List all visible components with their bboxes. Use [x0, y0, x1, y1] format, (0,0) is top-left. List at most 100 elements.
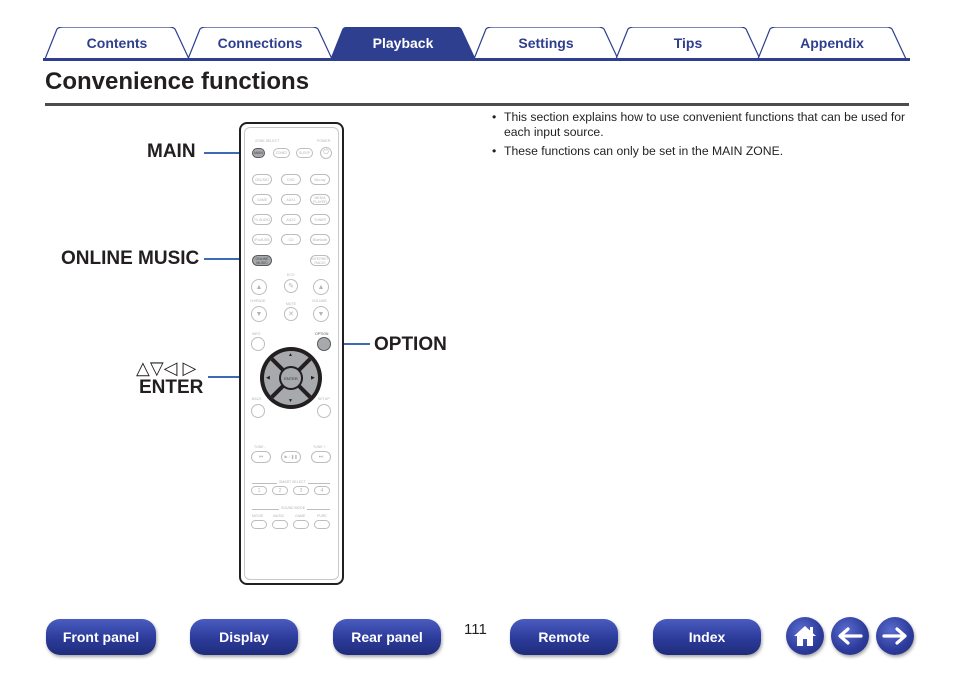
game-button[interactable]: [293, 520, 309, 529]
intro-bullets: This section explains how to use conveni…: [490, 110, 910, 163]
home-button[interactable]: [786, 617, 824, 655]
pure-label: PURE: [317, 514, 327, 518]
mute-button[interactable]: ✕: [284, 307, 298, 321]
volume-down-button[interactable]: ▼: [313, 306, 329, 322]
tab-tips[interactable]: Tips: [614, 27, 762, 59]
tab-label: Playback: [372, 35, 434, 51]
input-bluray-button[interactable]: Blu-ray: [310, 174, 330, 185]
tune-minus-label: TUNE -: [254, 445, 266, 449]
setup-label: SETUP: [318, 397, 330, 401]
up-triangle-icon: ▲: [255, 283, 263, 291]
tab-connections[interactable]: Connections: [186, 27, 334, 59]
down-arrow-icon[interactable]: ▼: [288, 398, 293, 404]
info-button[interactable]: [251, 337, 265, 351]
smart-select-3-button[interactable]: 3: [293, 486, 309, 495]
next-button[interactable]: ⏭: [311, 451, 331, 463]
internet-radio-button[interactable]: INTERNET RADIO: [310, 255, 330, 266]
online-music-button[interactable]: ONLINE MUSIC: [252, 255, 272, 266]
bullet-item: These functions can only be set in the M…: [490, 144, 910, 159]
play-pause-button[interactable]: ▶ / ❚❚: [281, 451, 301, 463]
input-tuner-button[interactable]: TUNER: [310, 214, 330, 225]
callout-enter: ENTER: [139, 377, 204, 398]
input-cbl-sat-button[interactable]: CBL/SAT: [252, 174, 272, 185]
power-label: POWER: [317, 139, 331, 143]
tab-playback[interactable]: Playback: [329, 27, 477, 59]
movie-label: MOVIE: [252, 514, 264, 518]
previous-button[interactable]: ⏮: [251, 451, 271, 463]
smart-select-2-button[interactable]: 2: [272, 486, 288, 495]
zone2-button[interactable]: ZONE2: [273, 148, 290, 158]
ch-page-down-button[interactable]: ▼: [251, 306, 267, 322]
forward-arrow-icon: [882, 627, 907, 645]
front-panel-button[interactable]: Front panel: [46, 619, 156, 655]
input-aux2-button[interactable]: AUX2: [281, 214, 301, 225]
input-ipod-usb-button[interactable]: iPod/USB: [252, 234, 272, 245]
remote-control: ZONE SELECT POWER MAIN ZONE2 SLEEP ⏻ CBL…: [239, 122, 344, 585]
setup-button[interactable]: [317, 404, 331, 418]
sleep-button[interactable]: SLEEP: [296, 148, 313, 158]
input-bluetooth-button[interactable]: Bluetooth: [310, 234, 330, 245]
display-button[interactable]: Display: [190, 619, 298, 655]
mute-label: MUTE: [286, 302, 296, 306]
power-icon: ⏻: [323, 149, 329, 156]
callout-arrows: △▽◁ ▷: [136, 358, 197, 378]
input-game-button[interactable]: GAME: [252, 194, 272, 205]
input-cd-button[interactable]: CD: [281, 234, 301, 245]
smart-select-4-button[interactable]: 4: [314, 486, 330, 495]
back-button[interactable]: [251, 404, 265, 418]
input-aux1-button[interactable]: AUX1: [281, 194, 301, 205]
sound-mode-label: SOUND MODE: [279, 506, 308, 510]
down-triangle-icon: ▼: [255, 310, 263, 318]
mute-icon: ✕: [288, 311, 294, 318]
leaf-icon: ✎: [288, 283, 294, 290]
forward-page-button[interactable]: [876, 617, 914, 655]
tab-underline: [43, 58, 910, 61]
index-button[interactable]: Index: [653, 619, 761, 655]
down-triangle-icon: ▼: [317, 310, 325, 318]
tab-label: Contents: [86, 35, 148, 51]
callout-option: OPTION: [374, 334, 447, 355]
volume-label: VOLUME: [312, 299, 327, 303]
volume-up-button[interactable]: ▲: [251, 279, 267, 295]
tab-contents[interactable]: Contents: [43, 27, 191, 59]
up-arrow-icon[interactable]: ▲: [288, 352, 293, 358]
remote-button[interactable]: Remote: [510, 619, 618, 655]
title-divider: [45, 103, 909, 106]
enter-label: ENTER: [281, 368, 301, 388]
right-arrow-icon[interactable]: ▶: [311, 375, 315, 381]
input-dvd-button[interactable]: DVD: [281, 174, 301, 185]
smart-select-1-button[interactable]: 1: [251, 486, 267, 495]
main-button[interactable]: MAIN: [252, 148, 265, 158]
music-button[interactable]: [272, 520, 288, 529]
back-label: BACK: [252, 397, 262, 401]
enter-button[interactable]: ENTER: [279, 366, 303, 390]
ch-page-label: CH/PAGE: [250, 299, 266, 303]
home-icon: [794, 626, 816, 646]
back-arrow-icon: [838, 627, 863, 645]
up-triangle-icon: ▲: [317, 283, 325, 291]
left-arrow-icon[interactable]: ◀: [266, 375, 270, 381]
smart-select-label: SMART SELECT: [277, 480, 308, 484]
music-label: MUSIC: [273, 514, 285, 518]
option-label: OPTION: [315, 332, 329, 336]
input-media-player-button[interactable]: MEDIA PLAYER: [310, 194, 330, 205]
tab-label: Settings: [518, 35, 574, 51]
page-number: 111: [464, 621, 487, 638]
bullet-item: This section explains how to use conveni…: [490, 110, 910, 140]
rear-panel-button[interactable]: Rear panel: [333, 619, 441, 655]
power-button[interactable]: ⏻: [320, 147, 332, 159]
input-tv-audio-button[interactable]: TV AUDIO: [252, 214, 272, 225]
tune-plus-label: TUNE +: [313, 445, 326, 449]
pure-button[interactable]: [314, 520, 330, 529]
callout-online-music: ONLINE MUSIC: [61, 248, 200, 269]
tab-appendix[interactable]: Appendix: [756, 27, 908, 59]
dpad[interactable]: ENTER ▲ ▼ ◀ ▶: [260, 347, 322, 409]
movie-button[interactable]: [251, 520, 267, 529]
option-button[interactable]: [317, 337, 331, 351]
eco-button[interactable]: ✎: [284, 279, 298, 293]
tab-label: Connections: [217, 35, 303, 51]
eco-label: ECO: [287, 273, 295, 277]
ch-page-up-button[interactable]: ▲: [313, 279, 329, 295]
tab-settings[interactable]: Settings: [472, 27, 620, 59]
back-page-button[interactable]: [831, 617, 869, 655]
